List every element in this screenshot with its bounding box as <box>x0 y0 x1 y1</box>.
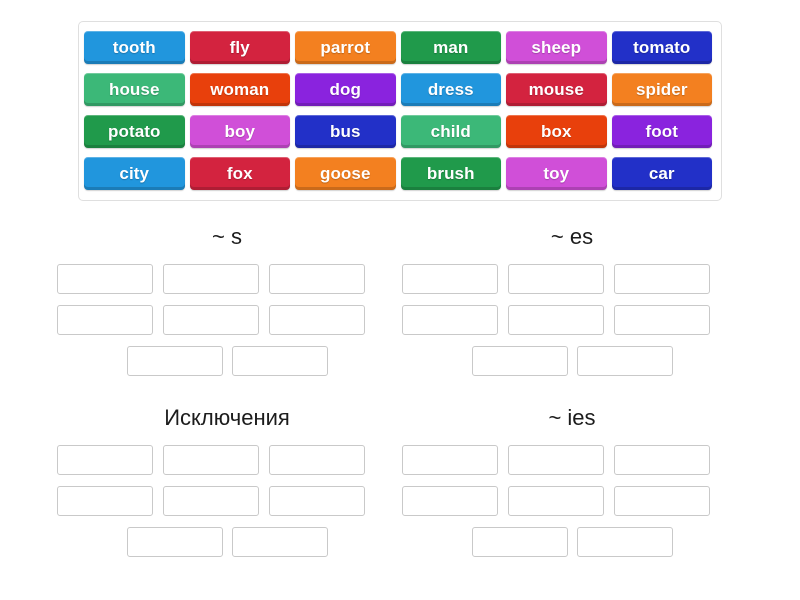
drop-slot[interactable] <box>126 527 223 557</box>
word-tile[interactable]: toy <box>506 157 607 190</box>
group-slots-1 <box>402 264 742 376</box>
drop-slot[interactable] <box>402 305 498 335</box>
drop-slot[interactable] <box>508 264 604 294</box>
drop-slot[interactable] <box>614 445 710 475</box>
drop-slot[interactable] <box>163 305 259 335</box>
group-title-1: ~ es <box>550 224 594 249</box>
drop-slot[interactable] <box>576 346 673 376</box>
drop-slot[interactable] <box>231 346 328 376</box>
drop-slot[interactable] <box>614 264 710 294</box>
word-tile[interactable]: brush <box>400 157 501 190</box>
word-bank-row: potato boy bus child box foot <box>84 111 717 153</box>
word-tile[interactable]: goose <box>295 157 396 190</box>
word-tile[interactable]: boy <box>189 115 290 148</box>
drop-slot[interactable] <box>508 445 604 475</box>
word-tile[interactable]: potato <box>84 115 185 148</box>
drop-slot[interactable] <box>508 305 604 335</box>
drop-slot[interactable] <box>57 264 153 294</box>
word-bank-row: tooth fly parrot man sheep tomato <box>84 27 717 69</box>
word-bank: tooth fly parrot man sheep tomato house woman do… <box>78 21 722 201</box>
drop-slot[interactable] <box>126 346 223 376</box>
slot-row <box>57 445 397 475</box>
slot-row <box>402 305 742 335</box>
drop-slot[interactable] <box>576 527 673 557</box>
word-tile[interactable]: house <box>84 73 185 106</box>
word-tile[interactable]: dress <box>400 73 501 106</box>
word-tile[interactable]: mouse <box>506 73 607 106</box>
group-column-3: ~ ies <box>402 403 742 568</box>
slot-row <box>57 346 397 376</box>
drop-slot[interactable] <box>269 305 365 335</box>
group-title-3: ~ ies <box>548 405 596 430</box>
word-tile[interactable]: dog <box>295 73 396 106</box>
drop-slot[interactable] <box>231 527 328 557</box>
word-tile[interactable]: city <box>84 157 185 190</box>
drop-slot[interactable] <box>402 486 498 516</box>
drop-slot[interactable] <box>614 305 710 335</box>
word-tile[interactable]: fox <box>189 157 290 190</box>
slot-row <box>402 346 742 376</box>
slot-row <box>57 486 397 516</box>
slot-row <box>57 264 397 294</box>
word-tile[interactable]: box <box>506 115 607 148</box>
drop-slot[interactable] <box>269 264 365 294</box>
drop-slot[interactable] <box>614 486 710 516</box>
group-title-0: ~ s <box>212 224 242 249</box>
word-tile[interactable]: fly <box>189 31 290 64</box>
word-tile[interactable]: tomato <box>611 31 712 64</box>
word-tile[interactable]: foot <box>611 115 712 148</box>
word-tile[interactable]: child <box>400 115 501 148</box>
group-column-2: Исключения <box>57 403 397 568</box>
slot-row <box>402 264 742 294</box>
drop-slot[interactable] <box>57 445 153 475</box>
drop-slot[interactable] <box>57 486 153 516</box>
word-tile[interactable]: bus <box>295 115 396 148</box>
slot-row <box>57 527 397 557</box>
word-tile[interactable]: spider <box>611 73 712 106</box>
slot-row <box>402 445 742 475</box>
drop-slot[interactable] <box>163 486 259 516</box>
drop-slot[interactable] <box>163 445 259 475</box>
slot-row <box>57 305 397 335</box>
word-tile[interactable]: car <box>611 157 712 190</box>
activity-canvas: tooth fly parrot man sheep tomato house woman do… <box>0 0 800 600</box>
word-bank-row: house woman dog dress mouse spider <box>84 69 717 111</box>
drop-slot[interactable] <box>402 264 498 294</box>
group-column-1: ~ es <box>402 222 742 387</box>
drop-slot[interactable] <box>57 305 153 335</box>
drop-slot[interactable] <box>402 445 498 475</box>
word-tile[interactable]: tooth <box>84 31 185 64</box>
slot-row <box>402 486 742 516</box>
drop-slot[interactable] <box>508 486 604 516</box>
drop-slot[interactable] <box>269 486 365 516</box>
drop-slot[interactable] <box>471 527 568 557</box>
drop-slot[interactable] <box>471 346 568 376</box>
group-slots-3 <box>402 445 742 557</box>
drop-slot[interactable] <box>163 264 259 294</box>
word-tile[interactable]: parrot <box>295 31 396 64</box>
group-slots-0 <box>57 264 397 376</box>
word-bank-row: city fox goose brush toy car <box>84 153 717 195</box>
group-title-2: Исключения <box>164 405 290 430</box>
word-tile[interactable]: sheep <box>506 31 607 64</box>
group-column-0: ~ s <box>57 222 397 387</box>
word-tile[interactable]: woman <box>189 73 290 106</box>
slot-row <box>402 527 742 557</box>
drop-slot[interactable] <box>269 445 365 475</box>
word-tile[interactable]: man <box>400 31 501 64</box>
group-slots-2 <box>57 445 397 557</box>
